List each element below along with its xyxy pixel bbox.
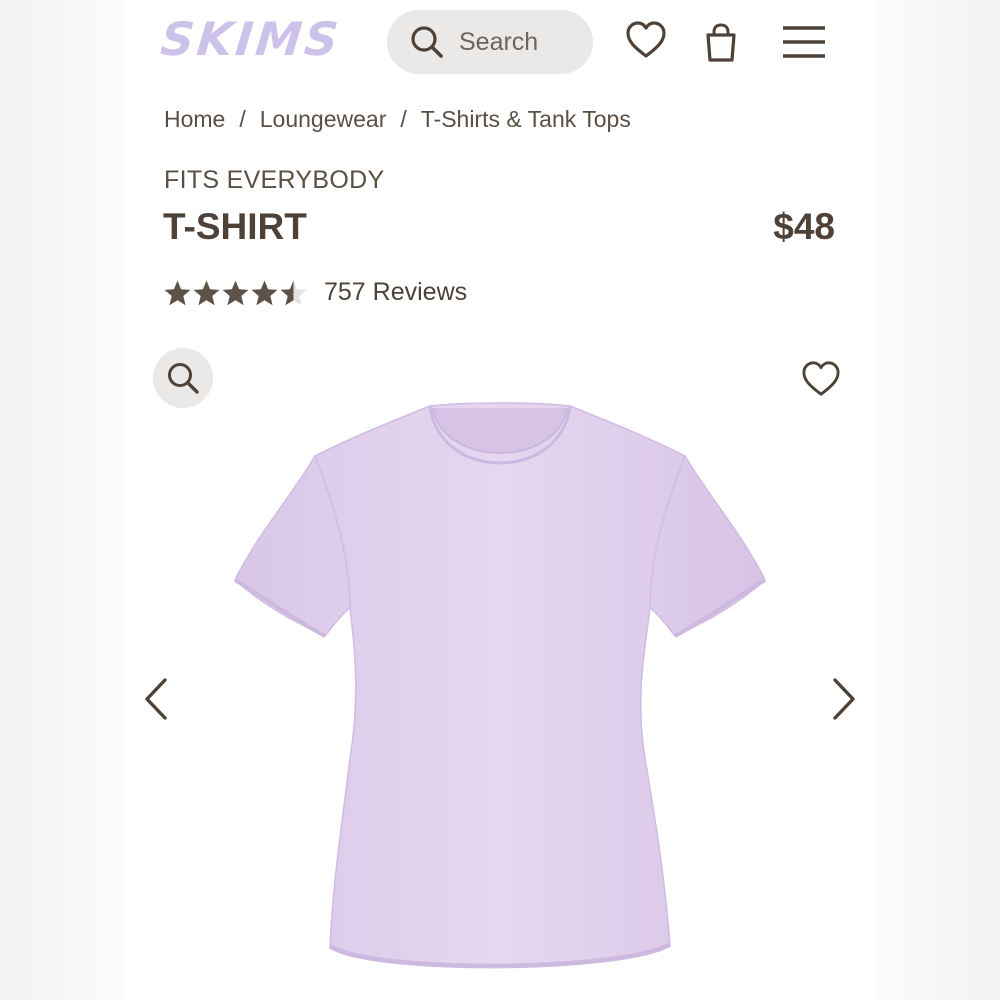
product-price: $48 [773,206,835,247]
search-bar[interactable]: Search [387,10,593,74]
collection-name: FITS EVERYBODY [164,166,385,194]
breadcrumb-separator: / [239,106,246,132]
product-image [233,402,767,969]
rating-summary[interactable]: 757 Reviews [163,278,467,307]
search-placeholder: Search [459,27,539,56]
star-icon [164,280,191,305]
search-icon [411,26,443,58]
breadcrumb-loungewear[interactable]: Loungewear [260,106,387,132]
background-left [0,0,125,1000]
star-icon [280,280,307,305]
star-icon [251,280,278,305]
breadcrumb: Home / Loungewear / T-Shirts & Tank Tops [164,106,631,133]
zoom-icon [168,363,199,394]
product-title: T-SHIRT [163,206,307,247]
background-right [875,0,1000,1000]
chevron-right-icon[interactable] [829,676,859,722]
breadcrumb-home[interactable]: Home [164,106,225,132]
breadcrumb-tshirts-tanks[interactable]: T-Shirts & Tank Tops [421,106,631,132]
star-rating [163,279,308,307]
wishlist-heart-icon[interactable] [801,360,841,398]
reviews-link[interactable]: 757 Reviews [324,278,467,307]
breadcrumb-separator: / [400,106,407,132]
product-page: SKIMS Search Home / Loungewear / T-Shirts & … [125,0,875,1000]
shopping-bag-icon[interactable] [703,22,739,64]
zoom-button[interactable] [153,348,213,408]
chevron-left-icon[interactable] [141,676,171,722]
skims-logo[interactable]: SKIMS [158,12,343,66]
heart-icon[interactable] [625,20,667,60]
star-icon [193,280,220,305]
menu-icon[interactable] [781,24,827,60]
star-icon [222,280,249,305]
